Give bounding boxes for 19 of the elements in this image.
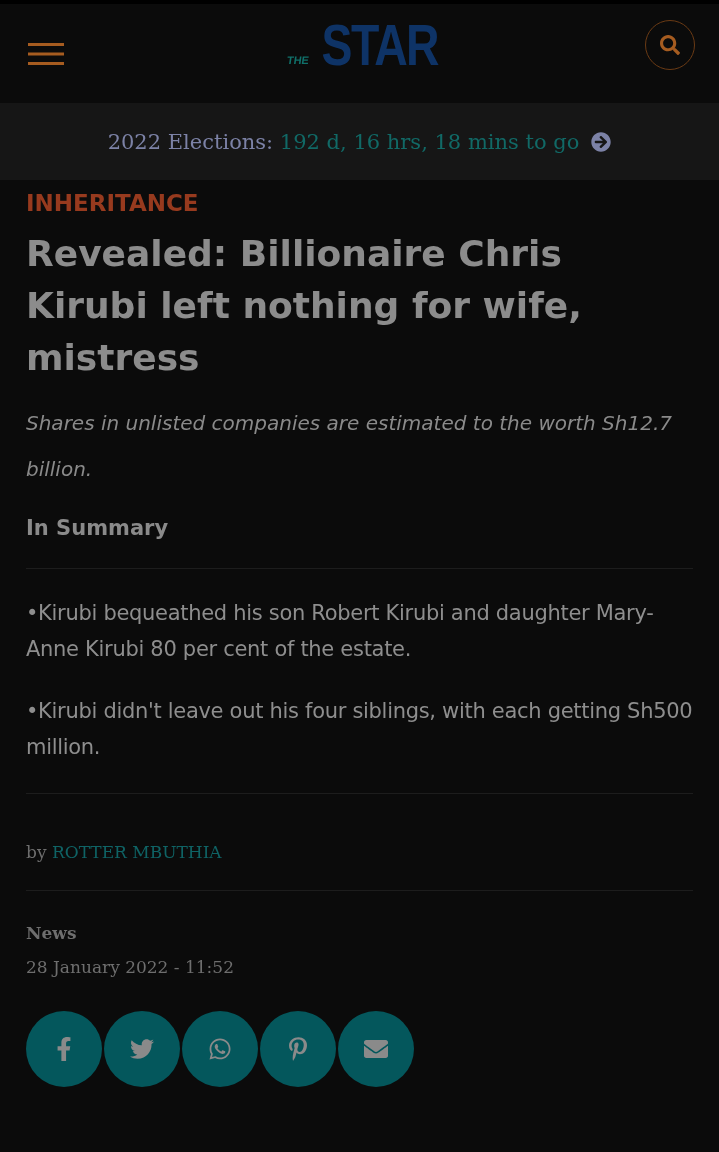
summary-title: In Summary (26, 516, 693, 569)
summary-point: •Kirubi bequeathed his son Robert Kirubi and daughter Mary-Anne Kirubi 80 per cent of the estate. (26, 600, 655, 663)
section-label: News (26, 923, 78, 943)
envelope-icon (364, 1037, 388, 1061)
twitter-icon (130, 1037, 154, 1061)
arrow-right-icon[interactable] (591, 131, 612, 152)
category-label[interactable]: INHERITANCE (26, 190, 693, 216)
summary-point: •Kirubi didn't leave out his four siblings, with each getting Sh500 million. (26, 698, 693, 761)
standfirst: Shares in unlisted companies are estimated to the worth Sh12.7 billion. (26, 410, 673, 483)
publish-date: 28 January 2022 - 11:52 (26, 957, 235, 977)
author-link[interactable]: ROTTER MBUTHIA (51, 842, 222, 862)
election-countdown: 2022 Elections: 192 d, 16 hrs, 18 mins to go (107, 129, 580, 154)
whatsapp-icon (208, 1037, 232, 1061)
site-logo[interactable]: THE STAR (286, 15, 453, 74)
byline-prefix: by (26, 842, 47, 862)
headline: Revealed: Billionaire Chris Kirubi left nothing for wife, mistress (26, 232, 583, 380)
pinterest-icon (286, 1037, 310, 1061)
search-icon (660, 34, 680, 55)
menu-icon[interactable] (28, 42, 64, 65)
